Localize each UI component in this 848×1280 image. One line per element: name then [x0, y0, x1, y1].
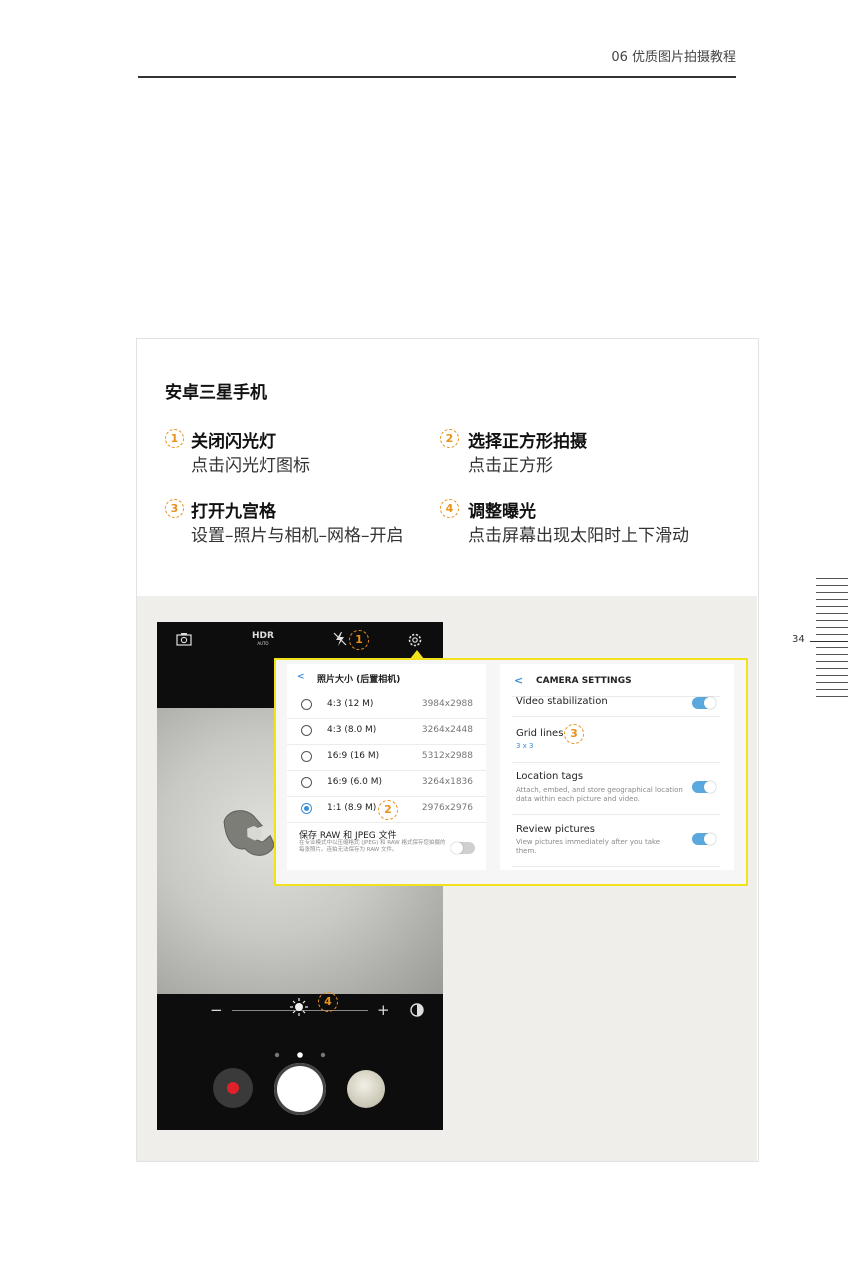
video-stabilization-toggle[interactable]: [692, 697, 716, 709]
photo-size-option[interactable]: 4:3 (12 M) 3984x2988: [287, 692, 486, 719]
hdr-button[interactable]: HDR AUTO: [252, 631, 274, 647]
divider: [512, 866, 720, 867]
step-description: 设置–照片与相机–网格–开启: [191, 526, 404, 546]
exposure-sun-icon[interactable]: [290, 998, 308, 1020]
chapter-title: 06 优质图片拍摄教程: [611, 50, 736, 65]
step-title: 关闭闪光灯: [191, 432, 276, 452]
photo-size-option[interactable]: 16:9 (16 M) 5312x2988: [287, 744, 486, 771]
radio-button[interactable]: [301, 751, 312, 762]
annotation-marker-2: 2: [378, 800, 398, 820]
exposure-minus-button[interactable]: −: [210, 1001, 223, 1019]
step-number: 1: [165, 429, 184, 448]
photo-size-option[interactable]: 16:9 (6.0 M) 3264x1836: [287, 770, 486, 797]
radio-button[interactable]: [301, 699, 312, 710]
back-chevron-icon[interactable]: <: [514, 674, 523, 687]
location-tags-toggle[interactable]: [692, 781, 716, 793]
review-pictures-description: View pictures immediately after you take…: [516, 838, 661, 855]
step-title: 打开九宫格: [191, 502, 276, 522]
radio-button-selected[interactable]: [301, 803, 312, 814]
gallery-thumbnail[interactable]: [347, 1070, 385, 1108]
option-label: 1:1 (8.9 M): [327, 803, 377, 813]
video-stabilization-label: Video stabilization: [516, 696, 608, 707]
step-description: 点击闪光灯图标: [191, 456, 310, 476]
record-video-button[interactable]: [213, 1068, 253, 1108]
option-label: 16:9 (6.0 M): [327, 777, 383, 787]
step-description: 点击正方形: [468, 456, 553, 476]
photo-size-title: 照片大小 (后置相机): [317, 675, 401, 685]
step-title: 选择正方形拍摄: [468, 432, 587, 452]
annotation-marker-4: 4: [318, 992, 338, 1012]
divider: [512, 716, 720, 717]
annotation-marker-1: 1: [349, 630, 369, 650]
option-resolution: 3264x2448: [421, 725, 473, 735]
photo-size-option[interactable]: 4:3 (8.0 M) 3264x2448: [287, 718, 486, 745]
exposure-plus-button[interactable]: +: [377, 1001, 390, 1019]
step-number: 2: [440, 429, 459, 448]
header-divider: [138, 76, 736, 78]
back-chevron-icon[interactable]: <: [297, 672, 305, 682]
photo-size-panel: < 照片大小 (后置相机) 4:3 (12 M) 3984x2988 4:3 (…: [287, 664, 486, 870]
review-pictures-label: Review pictures: [516, 824, 595, 835]
location-tags-description: Attach, embed, and store geographical lo…: [516, 786, 683, 803]
filter-effect-icon[interactable]: [409, 1002, 425, 1022]
grid-lines-label[interactable]: Grid lines: [516, 728, 563, 739]
annotation-marker-3: 3: [564, 724, 584, 744]
radio-button[interactable]: [301, 777, 312, 788]
raw-toggle[interactable]: [451, 842, 475, 854]
card-title: 安卓三星手机: [165, 383, 267, 403]
gear-icon[interactable]: [407, 632, 423, 652]
step-number: 3: [165, 499, 184, 518]
page-number: 34: [792, 634, 805, 645]
step-number: 4: [440, 499, 459, 518]
hdr-sub-label: AUTO: [257, 641, 269, 646]
hdr-label: HDR: [252, 631, 274, 641]
flash-off-icon[interactable]: [332, 631, 348, 651]
option-label: 4:3 (8.0 M): [327, 725, 377, 735]
option-resolution: 5312x2988: [421, 751, 473, 761]
option-resolution: 3984x2988: [421, 699, 473, 709]
step-description: 点击屏幕出现太阳时上下滑动: [468, 526, 689, 546]
divider: [512, 814, 720, 815]
mode-pager-dots[interactable]: [274, 1044, 326, 1063]
step-title: 调整曝光: [468, 502, 536, 522]
option-label: 4:3 (12 M): [327, 699, 374, 709]
raw-setting-description: 在专业模式中以压缩格式 (JPEG) 和 RAW 格式保存您拍摄的每张照片。连拍…: [299, 840, 446, 853]
grid-lines-value: 3 x 3: [516, 742, 534, 750]
camera-switch-icon[interactable]: [176, 632, 192, 650]
review-pictures-toggle[interactable]: [692, 833, 716, 845]
record-dot-icon: [227, 1082, 239, 1094]
option-resolution: 3264x1836: [421, 777, 473, 787]
camera-settings-title: CAMERA SETTINGS: [536, 676, 632, 686]
shutter-button[interactable]: [274, 1063, 326, 1115]
location-tags-label: Location tags: [516, 771, 584, 782]
radio-button[interactable]: [301, 725, 312, 736]
option-label: 16:9 (16 M): [327, 751, 380, 761]
option-resolution: 2976x2976: [421, 803, 473, 813]
page-number-rule: [810, 641, 848, 642]
divider: [512, 762, 720, 763]
